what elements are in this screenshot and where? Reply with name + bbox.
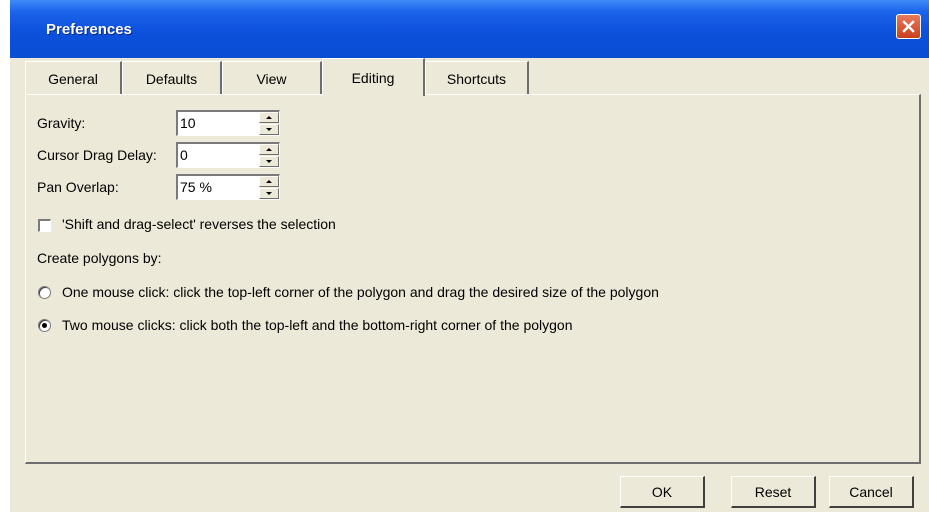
shift-drag-label[interactable]: 'Shift and drag-select' reverses the sel… — [62, 216, 336, 232]
spin-up-icon — [266, 116, 272, 119]
two-clicks-label[interactable]: Two mouse clicks: click both the top-lef… — [62, 317, 572, 333]
spin-down-button[interactable] — [259, 156, 279, 167]
pan-overlap-spinner[interactable]: 75 % — [176, 174, 280, 200]
cursor-drag-delay-value[interactable]: 0 — [180, 147, 188, 163]
tab-shortcuts[interactable]: Shortcuts — [425, 61, 529, 95]
close-icon — [902, 20, 915, 33]
spin-down-icon — [266, 192, 272, 195]
window-title: Preferences — [46, 21, 132, 38]
editing-panel: Gravity: 10 Cursor Drag Delay: 0 Pan Ove… — [25, 94, 921, 464]
spin-down-button[interactable] — [259, 124, 279, 135]
spin-up-icon — [266, 148, 272, 151]
tab-view[interactable]: View — [222, 61, 322, 95]
pan-overlap-label: Pan Overlap: — [37, 179, 119, 195]
reset-button[interactable]: Reset — [731, 476, 816, 508]
spin-up-icon — [266, 180, 272, 183]
one-click-label[interactable]: One mouse click: click the top-left corn… — [62, 284, 659, 300]
gravity-value[interactable]: 10 — [180, 115, 196, 131]
spin-up-button[interactable] — [259, 112, 279, 123]
gravity-spinner[interactable]: 10 — [176, 110, 280, 136]
gravity-label: Gravity: — [37, 115, 86, 131]
create-polygons-heading: Create polygons by: — [37, 250, 162, 266]
title-bar[interactable]: Preferences — [10, 0, 929, 58]
dialog-client: General Defaults View Editing Shortcuts … — [10, 58, 929, 512]
close-button[interactable] — [896, 14, 921, 39]
spin-up-button[interactable] — [259, 176, 279, 187]
spin-down-button[interactable] — [259, 188, 279, 199]
cursor-drag-delay-label: Cursor Drag Delay: — [37, 147, 157, 163]
pan-overlap-value[interactable]: 75 % — [180, 179, 212, 195]
spin-up-button[interactable] — [259, 144, 279, 155]
tab-defaults[interactable]: Defaults — [122, 61, 222, 95]
ok-button[interactable]: OK — [620, 476, 705, 508]
shift-drag-checkbox[interactable] — [38, 219, 51, 232]
preferences-window: Preferences General Defaults View Editin… — [10, 0, 929, 512]
spin-down-icon — [266, 128, 272, 131]
tab-general[interactable]: General — [25, 61, 122, 95]
one-click-radio[interactable] — [38, 286, 51, 299]
cancel-button[interactable]: Cancel — [829, 476, 914, 508]
tab-editing[interactable]: Editing — [322, 58, 425, 96]
cursor-drag-delay-spinner[interactable]: 0 — [176, 142, 280, 168]
spin-down-icon — [266, 160, 272, 163]
two-clicks-radio[interactable] — [38, 319, 51, 332]
